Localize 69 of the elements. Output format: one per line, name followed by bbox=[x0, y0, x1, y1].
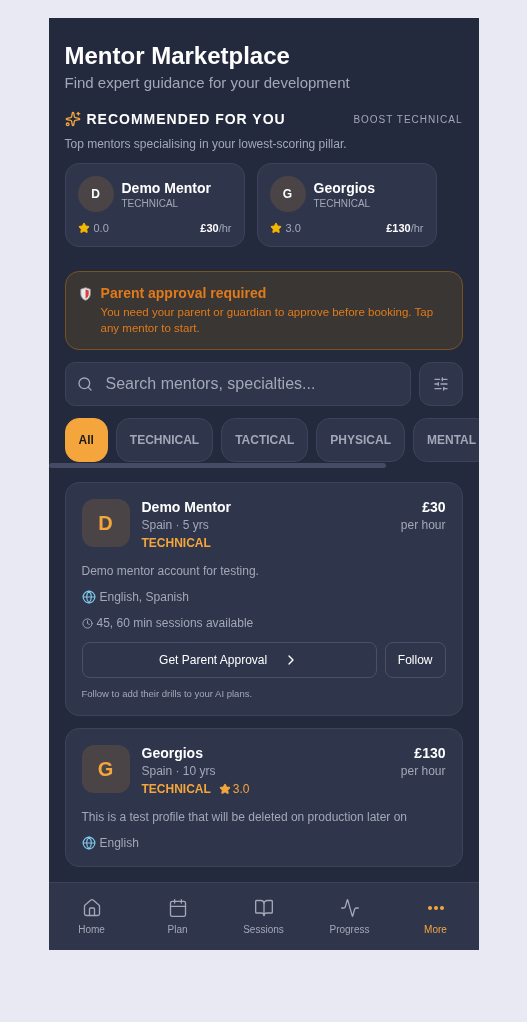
avatar: D bbox=[81, 499, 130, 547]
avatar: G bbox=[269, 176, 306, 212]
more-icon bbox=[427, 906, 444, 910]
approval-button[interactable]: Get Parent Approval bbox=[81, 642, 377, 678]
mentor-languages: English bbox=[99, 836, 139, 850]
section-title: RECOMMENDED FOR YOU bbox=[86, 111, 286, 127]
filter-chip[interactable]: TECHNICAL bbox=[115, 418, 214, 462]
nav-tab[interactable]: Home bbox=[48, 883, 135, 950]
nav-tab[interactable]: More bbox=[392, 883, 479, 950]
home-icon bbox=[81, 898, 102, 918]
globe-icon bbox=[81, 590, 96, 604]
search-field[interactable]: Search mentors, specialties... bbox=[64, 362, 411, 406]
mentor-price: £30/hr bbox=[200, 222, 232, 234]
scrollbar[interactable] bbox=[48, 463, 386, 468]
page-subtitle: Find expert guidance for your development bbox=[64, 74, 351, 91]
rating-value: 3.0 bbox=[232, 782, 250, 796]
filter-chip[interactable]: MENTAL bbox=[412, 418, 479, 462]
section-description: Top mentors specialising in your lowest-scoring pillar. bbox=[63, 137, 348, 151]
mentor-price: £130 bbox=[413, 745, 446, 761]
nav-tab[interactable]: Plan bbox=[134, 883, 221, 950]
star-icon bbox=[77, 222, 90, 234]
filter-chip[interactable]: PHYSICAL bbox=[316, 418, 405, 462]
rating-value: 3.0 bbox=[285, 222, 301, 234]
price-unit: per hour bbox=[400, 518, 446, 532]
star-icon bbox=[269, 222, 282, 234]
mentor-name: Demo Mentor bbox=[141, 499, 232, 515]
nav-tab[interactable]: Sessions bbox=[220, 883, 307, 950]
page-title: Mentor Marketplace bbox=[64, 42, 291, 70]
mentor-name: Georgios bbox=[313, 179, 375, 196]
pulse-line-icon bbox=[339, 898, 360, 918]
mentor-price: £130/hr bbox=[386, 222, 424, 234]
star-icon bbox=[218, 783, 231, 795]
mentor-card[interactable]: G Georgios Spain · 10 yrs TECHNICAL 3.0 £130 per hour This is a test profile that will be deleted on production later on English bbox=[64, 728, 463, 867]
filter-chip[interactable]: All bbox=[64, 418, 108, 462]
session-lengths: 45, 60 min sessions available bbox=[96, 616, 254, 630]
book-icon bbox=[253, 898, 274, 918]
rating-value: 0.0 bbox=[93, 222, 109, 234]
shield-icon bbox=[79, 285, 91, 303]
mentor-card[interactable]: G Georgios TECHNICAL 3.0 £130/hr bbox=[256, 163, 437, 247]
filter-button[interactable] bbox=[418, 362, 463, 406]
mentor-meta: Spain · 5 yrs bbox=[141, 518, 210, 532]
mentor-name: Demo Mentor bbox=[121, 179, 211, 196]
sparkles-icon bbox=[64, 111, 81, 127]
mentor-languages: English, Spanish bbox=[99, 590, 189, 604]
mentor-pillar: TECHNICAL bbox=[141, 536, 211, 550]
mentor-pillar: TECHNICAL bbox=[141, 782, 211, 796]
avatar: G bbox=[81, 745, 130, 793]
mentor-bio: This is a test profile that will be deleted on production later on bbox=[81, 810, 409, 824]
notice-title: Parent approval required bbox=[100, 285, 268, 301]
mentor-pillar: TECHNICAL bbox=[121, 197, 180, 209]
price-unit: per hour bbox=[400, 764, 446, 778]
mentor-price: £30 bbox=[421, 499, 446, 515]
clock-icon bbox=[81, 617, 93, 629]
calendar-icon bbox=[167, 898, 188, 918]
follow-hint: Follow to add their drills to your AI plans. bbox=[81, 688, 254, 699]
mentor-pillar: TECHNICAL bbox=[313, 197, 372, 209]
globe-icon bbox=[81, 836, 96, 850]
mentor-card[interactable] bbox=[64, 482, 463, 716]
mentor-meta: Spain · 10 yrs bbox=[141, 764, 217, 778]
mentor-bio: Demo mentor account for testing. bbox=[81, 564, 260, 578]
nav-tab[interactable]: Progress bbox=[306, 883, 393, 950]
sliders-icon bbox=[432, 376, 449, 392]
notice-message: You need your parent or guardian to approve before booking. Tap any mentor to start. bbox=[100, 305, 435, 336]
boost-link[interactable]: BOOST TECHNICAL bbox=[353, 113, 463, 125]
follow-button[interactable]: Follow bbox=[384, 642, 446, 678]
mentor-name: Georgios bbox=[141, 745, 204, 761]
avatar: D bbox=[77, 176, 114, 212]
mentor-card[interactable]: D Demo Mentor TECHNICAL 0.0 £30/hr bbox=[64, 163, 245, 247]
filter-chip[interactable]: TACTICAL bbox=[221, 418, 309, 462]
